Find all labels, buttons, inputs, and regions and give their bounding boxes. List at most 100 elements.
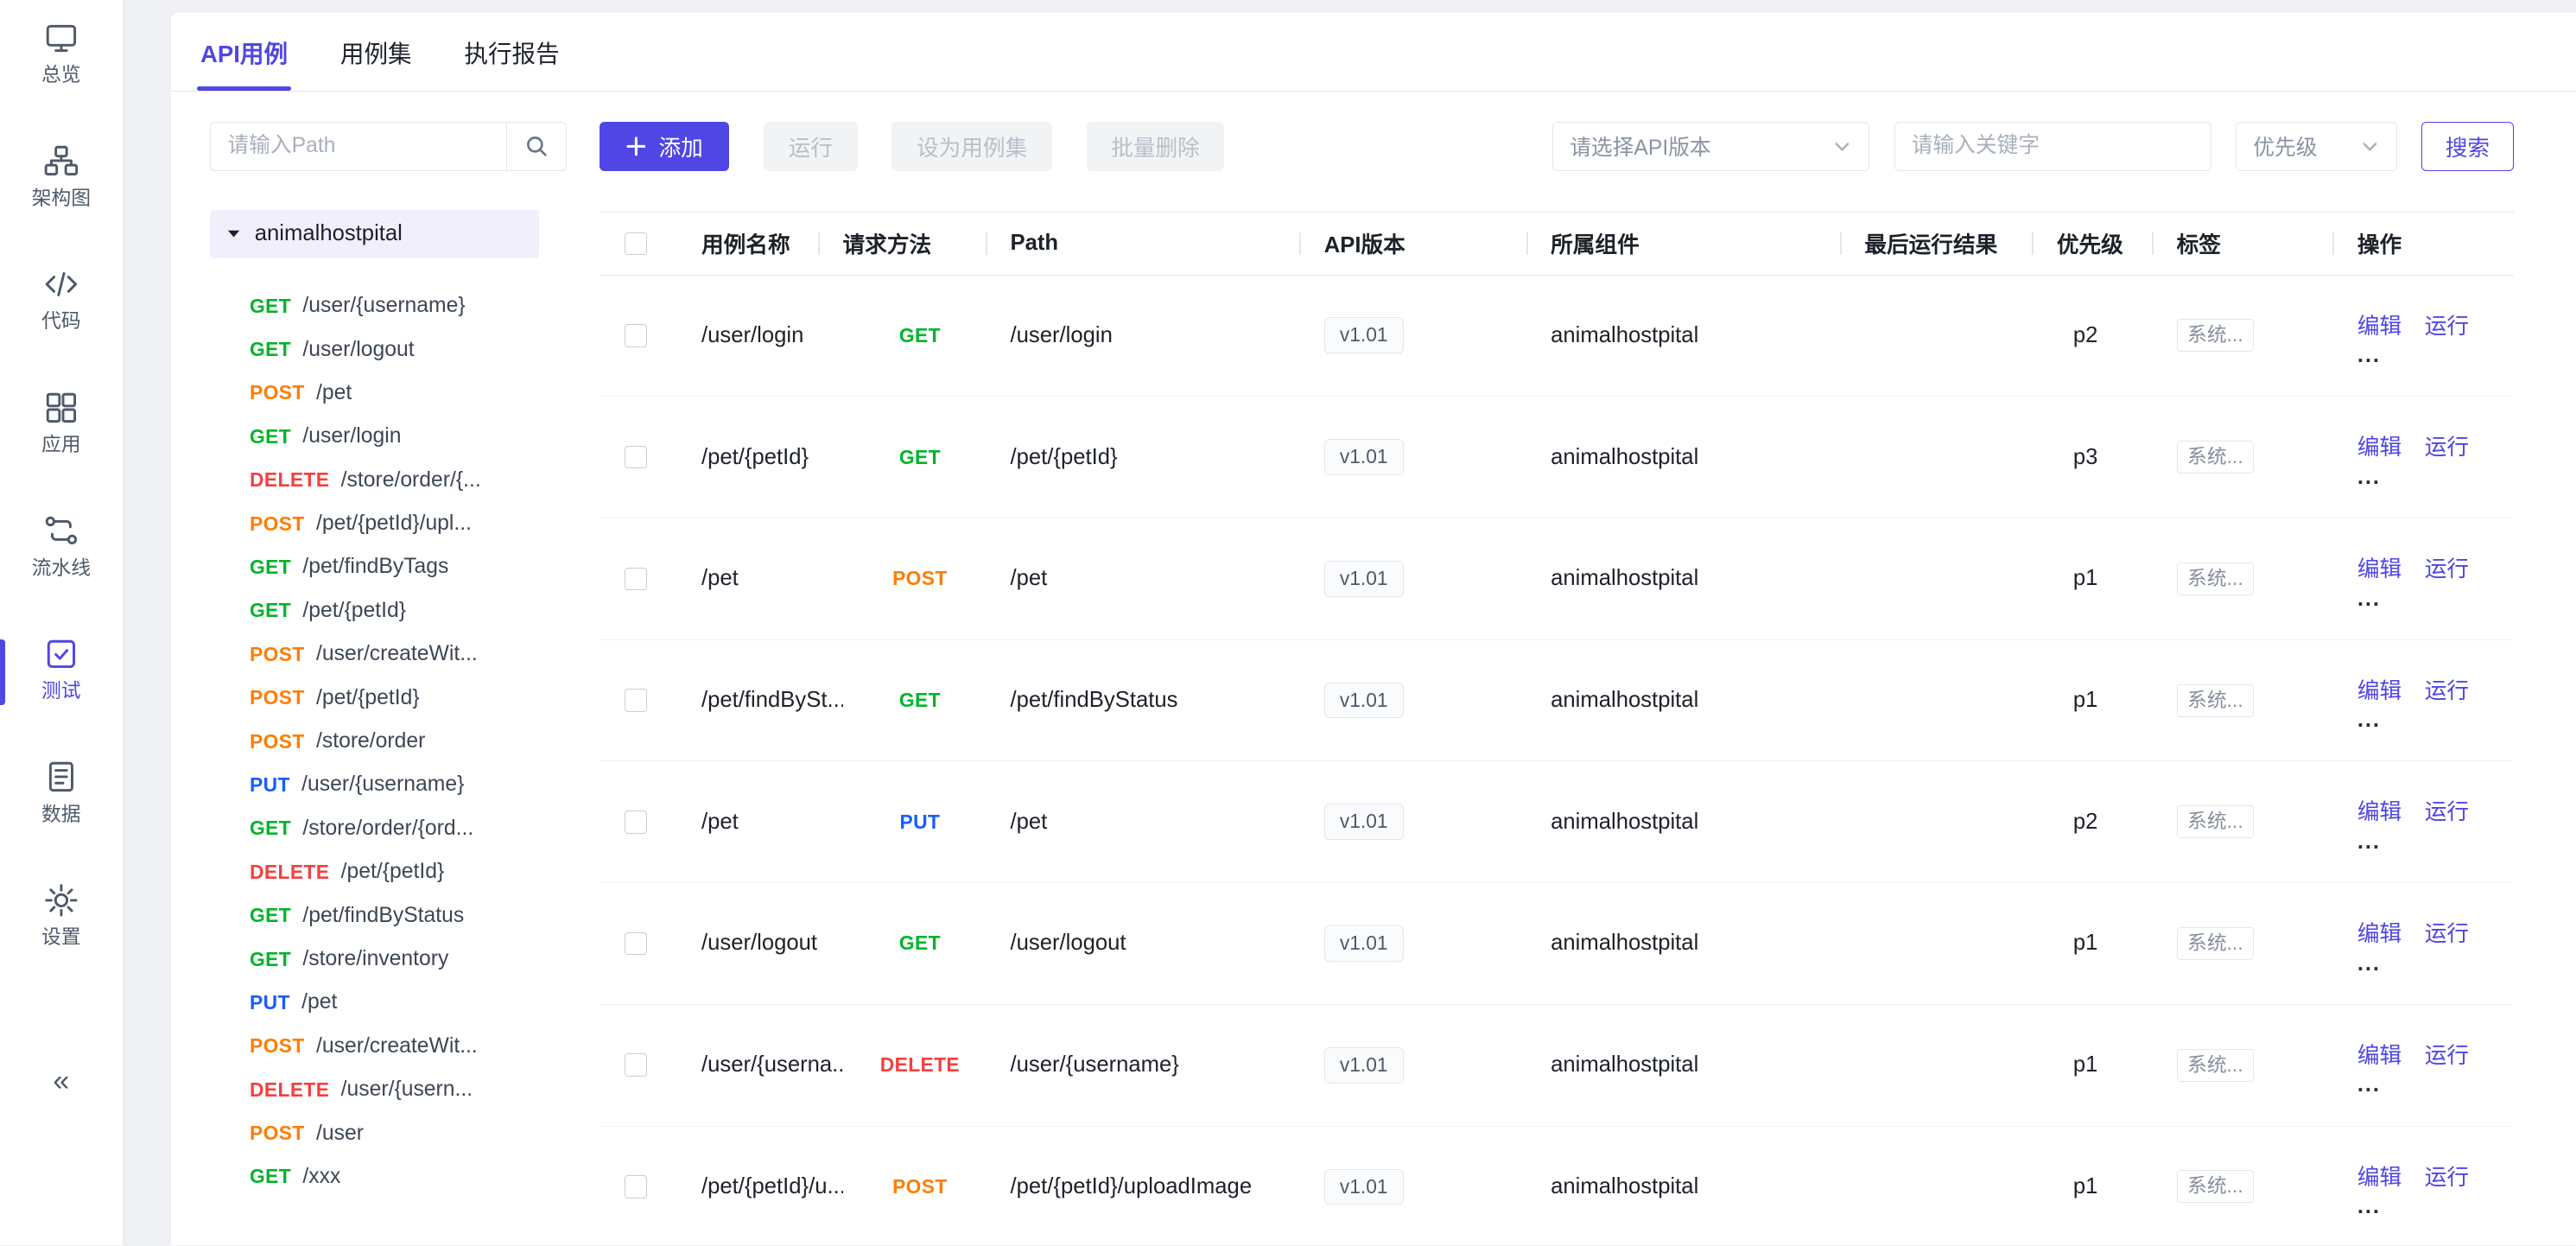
add-button[interactable]: 添加 bbox=[600, 122, 729, 171]
tree-item[interactable]: GET /xxx bbox=[210, 1155, 567, 1198]
run-link[interactable]: 运行 bbox=[2425, 551, 2469, 583]
edit-link[interactable]: 编辑 bbox=[2357, 429, 2402, 461]
tab-api-cases[interactable]: API用例 bbox=[197, 13, 291, 91]
tree-item[interactable]: PUT /pet bbox=[210, 981, 567, 1024]
tree-item[interactable]: DELETE /store/order/{... bbox=[210, 459, 567, 502]
tree-item-path: /pet bbox=[316, 381, 352, 405]
run-link[interactable]: 运行 bbox=[2425, 916, 2469, 948]
priority-placeholder: 优先级 bbox=[2253, 130, 2317, 162]
sidebar-item-label: 设置 bbox=[41, 926, 81, 948]
tree-item[interactable]: POST /pet/{petId}/upl... bbox=[210, 502, 567, 545]
tree-item[interactable]: GET /user/logout bbox=[210, 327, 567, 371]
sidebar-item-apps[interactable]: 应用 bbox=[0, 390, 123, 462]
tree-item[interactable]: POST /store/order bbox=[210, 720, 567, 763]
table-row: /user/logout GET /user/logout v1.01 anim… bbox=[600, 883, 2514, 1005]
system-tag: 系统... bbox=[2177, 1049, 2254, 1082]
run-link[interactable]: 运行 bbox=[2425, 429, 2469, 461]
run-link[interactable]: 运行 bbox=[2425, 794, 2469, 826]
edit-link[interactable]: 编辑 bbox=[2357, 673, 2402, 705]
row-checkbox[interactable] bbox=[625, 1175, 648, 1198]
row-checkbox[interactable] bbox=[625, 689, 648, 712]
tree-item[interactable]: GET /user/{username} bbox=[210, 284, 567, 327]
edit-link[interactable]: 编辑 bbox=[2357, 1160, 2402, 1192]
more-actions-button[interactable]: ... bbox=[2357, 957, 2501, 971]
run-link[interactable]: 运行 bbox=[2425, 308, 2469, 340]
component-cell: animalhostpital bbox=[1551, 1174, 1864, 1199]
sidebar-item-pipeline[interactable]: 流水线 bbox=[0, 512, 123, 585]
sidebar-item-data[interactable]: 数据 bbox=[0, 759, 123, 831]
path-cell: /user/login bbox=[1010, 323, 1323, 348]
tree-item[interactable]: GET /user/login bbox=[210, 415, 567, 458]
sidebar-item-test[interactable]: 测试 bbox=[0, 636, 123, 709]
edit-link[interactable]: 编辑 bbox=[2357, 916, 2402, 948]
tree-item[interactable]: GET /pet/findByStatus bbox=[210, 893, 567, 937]
row-checkbox[interactable] bbox=[625, 932, 648, 956]
run-link[interactable]: 运行 bbox=[2425, 1038, 2469, 1070]
tree-item[interactable]: GET /pet/findByTags bbox=[210, 545, 567, 588]
run-link[interactable]: 运行 bbox=[2425, 673, 2469, 705]
tree-item[interactable]: GET /store/order/{ord... bbox=[210, 807, 567, 850]
row-checkbox[interactable] bbox=[625, 568, 648, 591]
tree-item[interactable]: POST /user bbox=[210, 1111, 567, 1154]
more-actions-button[interactable]: ... bbox=[2357, 1199, 2501, 1214]
actions-cell: 编辑 运行 ... bbox=[2357, 916, 2514, 971]
run-button[interactable]: 运行 bbox=[764, 122, 857, 171]
tree-item[interactable]: GET /pet/{petId} bbox=[210, 589, 567, 633]
table-row: /pet/{petId}/u... POST /pet/{petId}/uplo… bbox=[600, 1127, 2514, 1246]
tree-item[interactable]: POST /user/createWit... bbox=[210, 1025, 567, 1068]
sidebar-item-architecture[interactable]: 架构图 bbox=[0, 143, 123, 215]
api-version-select[interactable]: 请选择API版本 bbox=[1552, 122, 1869, 171]
tree-root-node[interactable]: animalhostpital bbox=[210, 210, 538, 257]
tab-case-sets[interactable]: 用例集 bbox=[337, 13, 415, 91]
cases-table: 用例名称请求方法PathAPI版本所属组件最后运行结果优先级标签操作 /user… bbox=[600, 212, 2514, 1245]
keyword-input[interactable] bbox=[1894, 122, 2211, 171]
tree-item[interactable]: POST /user/createWit... bbox=[210, 633, 567, 676]
edit-link[interactable]: 编辑 bbox=[2357, 1038, 2402, 1070]
collapse-sidebar-button[interactable]: « bbox=[53, 1065, 69, 1098]
row-checkbox[interactable] bbox=[625, 446, 648, 469]
http-method-label: GET bbox=[250, 948, 291, 971]
batch-delete-button[interactable]: 批量删除 bbox=[1087, 122, 1225, 171]
more-actions-button[interactable]: ... bbox=[2357, 713, 2501, 728]
row-actions: 编辑 运行 ... bbox=[2357, 551, 2501, 607]
sidebar-item-overview[interactable]: 总览 bbox=[0, 20, 123, 92]
tree-search-button[interactable] bbox=[506, 122, 567, 171]
http-method-label: POST bbox=[250, 381, 305, 404]
tree-item[interactable]: GET /store/inventory bbox=[210, 938, 567, 981]
more-actions-button[interactable]: ... bbox=[2357, 835, 2501, 849]
edit-link[interactable]: 编辑 bbox=[2357, 308, 2402, 340]
tree-item[interactable]: DELETE /user/{usern... bbox=[210, 1068, 567, 1111]
tab-exec-reports[interactable]: 执行报告 bbox=[461, 13, 563, 91]
row-actions: 编辑 运行 ... bbox=[2357, 1160, 2501, 1215]
edit-link[interactable]: 编辑 bbox=[2357, 794, 2402, 826]
tree-item-path: /user bbox=[316, 1122, 364, 1146]
row-actions: 编辑 运行 ... bbox=[2357, 794, 2501, 849]
tree-item[interactable]: PUT /user/{username} bbox=[210, 763, 567, 806]
sidebar-item-code[interactable]: 代码 bbox=[0, 266, 123, 339]
edit-link[interactable]: 编辑 bbox=[2357, 551, 2402, 583]
row-checkbox[interactable] bbox=[625, 811, 648, 834]
tree-item[interactable]: DELETE /pet/{petId} bbox=[210, 850, 567, 893]
set-caseset-button[interactable]: 设为用例集 bbox=[891, 122, 1051, 171]
row-checkbox[interactable] bbox=[625, 1053, 648, 1077]
more-actions-button[interactable]: ... bbox=[2357, 348, 2501, 363]
table-row: /user/login GET /user/login v1.01 animal… bbox=[600, 276, 2514, 397]
priority-select[interactable]: 优先级 bbox=[2236, 122, 2396, 171]
path-search-input[interactable] bbox=[210, 122, 505, 171]
more-actions-button[interactable]: ... bbox=[2357, 592, 2501, 607]
search-button[interactable]: 搜索 bbox=[2421, 122, 2513, 171]
row-actions: 编辑 运行 ... bbox=[2357, 916, 2501, 971]
row-checkbox[interactable] bbox=[625, 324, 648, 347]
sidebar-item-label: 数据 bbox=[41, 804, 81, 825]
more-actions-button[interactable]: ... bbox=[2357, 470, 2501, 485]
tree-item-path: /pet/{petId} bbox=[316, 686, 420, 710]
sidebar-item-settings[interactable]: 设置 bbox=[0, 882, 123, 955]
version-cell: v1.01 bbox=[1324, 561, 1551, 597]
http-method-label: PUT bbox=[900, 811, 941, 833]
tree-item[interactable]: POST /pet bbox=[210, 372, 567, 415]
run-link[interactable]: 运行 bbox=[2425, 1160, 2469, 1192]
tree-item[interactable]: POST /pet/{petId} bbox=[210, 676, 567, 719]
select-all-checkbox[interactable] bbox=[625, 232, 648, 256]
tree-item-path: /pet/{petId}/upl... bbox=[316, 512, 472, 536]
more-actions-button[interactable]: ... bbox=[2357, 1078, 2501, 1092]
